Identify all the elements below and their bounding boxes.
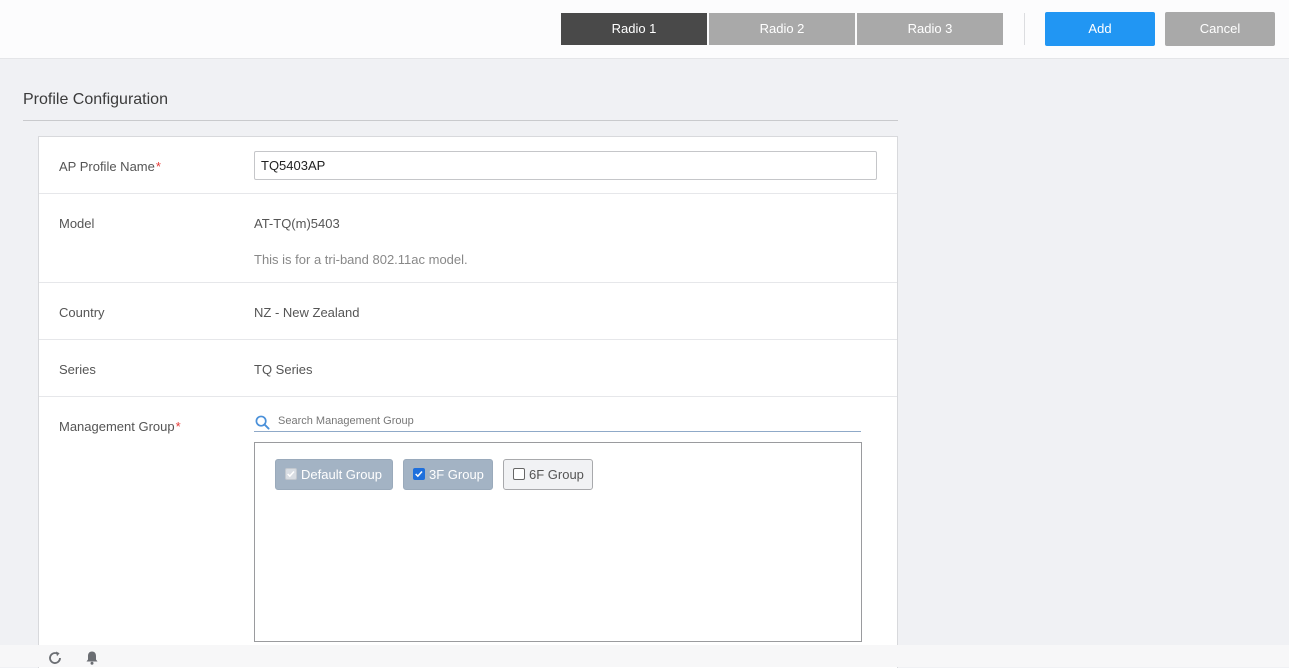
- group-chip-6f[interactable]: 6F Group: [503, 459, 593, 490]
- required-marker: *: [155, 159, 161, 174]
- series-label: Series: [59, 362, 96, 377]
- search-icon: [255, 415, 270, 430]
- refresh-icon[interactable]: [47, 650, 63, 666]
- profile-name-input[interactable]: [254, 151, 877, 180]
- profile-form-panel: AP Profile Name* Model AT-TQ(m)5403 This…: [38, 136, 898, 668]
- group-chip-default: Default Group: [275, 459, 393, 490]
- model-label: Model: [59, 216, 95, 231]
- country-label: Country: [59, 305, 105, 320]
- group-label: 3F Group: [429, 467, 484, 482]
- model-hint: This is for a tri-band 802.11ac model.: [254, 252, 468, 267]
- management-group-label: Management Group*: [59, 419, 181, 434]
- series-value: TQ Series: [254, 362, 313, 377]
- tab-radio-1[interactable]: Radio 1: [561, 13, 707, 45]
- cancel-button[interactable]: Cancel: [1165, 12, 1275, 46]
- form-row-model: Model AT-TQ(m)5403 This is for a tri-ban…: [39, 194, 897, 283]
- bell-icon[interactable]: [84, 650, 100, 666]
- group-label: 6F Group: [529, 467, 584, 482]
- form-row-management-group: Management Group* Default Group 3F Group…: [39, 397, 897, 668]
- management-group-search-input[interactable]: [278, 413, 858, 429]
- section-divider: [23, 120, 898, 121]
- footer-bar: [0, 645, 1289, 667]
- top-toolbar: Radio 1 Radio 2 Radio 3 Add Cancel: [0, 0, 1289, 59]
- section-title: Profile Configuration: [23, 91, 168, 108]
- form-row-series: Series TQ Series: [39, 340, 897, 397]
- management-group-search: [254, 413, 861, 432]
- checkbox-checked-disabled: [285, 468, 297, 480]
- management-group-list: Default Group 3F Group 6F Group: [254, 442, 862, 642]
- group-chip-3f[interactable]: 3F Group: [403, 459, 493, 490]
- checkbox-checked[interactable]: [413, 468, 425, 480]
- group-label: Default Group: [301, 467, 382, 482]
- add-button[interactable]: Add: [1045, 12, 1155, 46]
- form-row-profile-name: AP Profile Name*: [39, 137, 897, 194]
- profile-name-label: AP Profile Name*: [59, 159, 161, 174]
- tab-radio-3[interactable]: Radio 3: [857, 13, 1003, 45]
- country-value: NZ - New Zealand: [254, 305, 360, 320]
- tab-radio-2[interactable]: Radio 2: [709, 13, 855, 45]
- form-row-country: Country NZ - New Zealand: [39, 283, 897, 340]
- toolbar-divider: [1024, 13, 1025, 45]
- required-marker: *: [175, 419, 181, 434]
- model-value: AT-TQ(m)5403: [254, 216, 340, 231]
- checkbox-unchecked[interactable]: [513, 468, 525, 480]
